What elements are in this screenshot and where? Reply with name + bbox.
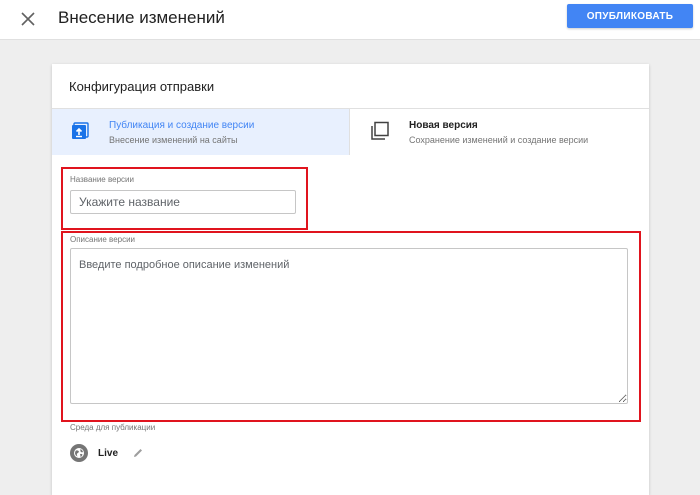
tab-subtitle: Сохранение изменений и создание версии [409,135,589,145]
pencil-icon[interactable] [131,446,145,460]
publish-upload-icon [70,121,90,141]
top-bar: Внесение изменений ОПУБЛИКОВАТЬ [0,0,700,40]
card-title: Конфигурация отправки [69,79,215,94]
tab-title: Публикация и создание версии [109,120,255,131]
tab-subtitle: Внесение изменений на сайты [109,135,238,145]
version-name-label: Название версии [70,175,134,184]
version-description-label: Описание версии [70,235,136,244]
environment-label: Среда для публикации [70,423,156,432]
page-title: Внесение изменений [58,8,225,27]
close-icon[interactable] [16,7,40,31]
tab-title: Новая версия [409,120,478,131]
globe-icon [70,444,88,462]
publish-button[interactable]: ОПУБЛИКОВАТЬ [567,4,693,28]
version-description-textarea[interactable] [70,248,628,404]
tab-publish-and-create-version[interactable]: Публикация и создание версии Внесение из… [52,109,349,155]
tab-new-version[interactable]: Новая версия Сохранение изменений и созд… [349,109,649,155]
environment-row: Live [70,443,145,463]
version-name-input[interactable] [70,190,296,214]
card-header: Конфигурация отправки [52,64,649,109]
environment-name: Live [98,447,119,459]
submission-type-tabs: Публикация и создание версии Внесение из… [52,109,649,155]
new-version-icon [370,121,390,141]
